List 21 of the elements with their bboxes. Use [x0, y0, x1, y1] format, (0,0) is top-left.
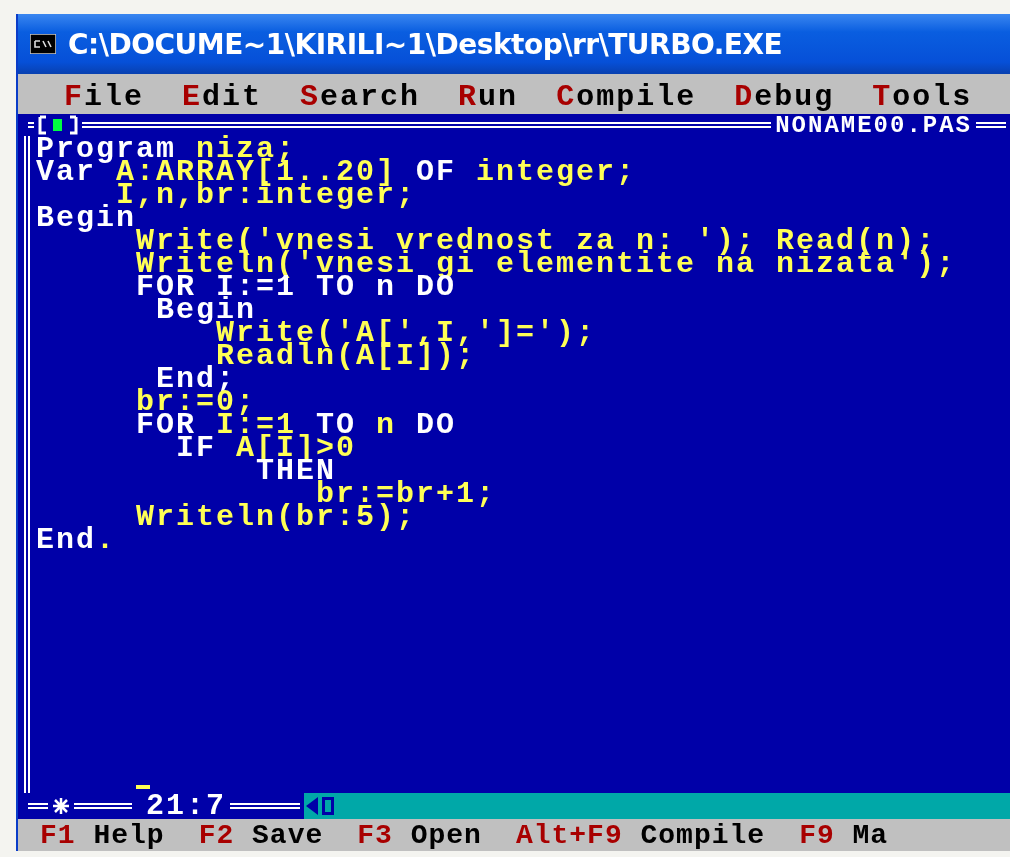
frame-border — [74, 803, 132, 809]
menu-item[interactable]: File — [64, 80, 145, 114]
frame-border — [28, 122, 34, 128]
console-icon — [30, 34, 56, 54]
menu-item[interactable]: Debug — [734, 80, 835, 114]
frame-border — [28, 803, 48, 809]
menu-item[interactable]: Tools — [872, 80, 973, 114]
modified-star-icon — [52, 797, 70, 815]
horizontal-scrollbar[interactable] — [304, 793, 1010, 819]
menu-item[interactable]: Search — [300, 80, 421, 114]
frame-border — [976, 122, 1006, 128]
cursor-mark-icon — [136, 785, 150, 789]
menu-item[interactable]: Run — [458, 80, 519, 114]
menu-item[interactable]: Edit — [182, 80, 263, 114]
shortcut-hint[interactable]: F3 Open — [357, 819, 482, 851]
file-name: NONAME00.PAS — [775, 111, 972, 139]
menu-item[interactable]: Compile — [556, 80, 697, 114]
shortcut-hint[interactable]: Alt+F9 Compile — [515, 819, 766, 851]
window-title: C:\DOCUME~1\KIRILI~1\Desktop\rr\TURBO.EXE — [68, 27, 783, 61]
shortcut-hint[interactable]: F9 Ma — [799, 819, 889, 851]
close-box-icon[interactable] — [38, 115, 78, 135]
